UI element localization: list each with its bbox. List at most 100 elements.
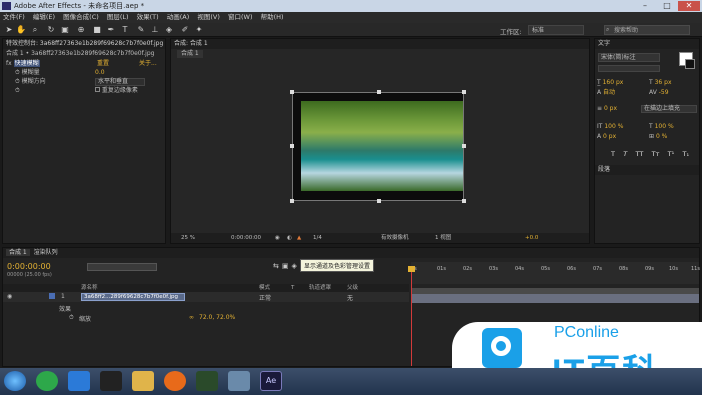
tracking-value[interactable]: -59 (659, 89, 669, 96)
label-color-swatch[interactable] (49, 293, 55, 299)
all-caps-button[interactable]: TT (636, 150, 644, 158)
col-trackmatte[interactable]: 轨道遮罩 (309, 284, 331, 292)
faux-italic-button[interactable]: T (623, 150, 627, 158)
transform-handle[interactable] (290, 144, 294, 148)
faux-bold-button[interactable]: T (611, 150, 615, 158)
time-ruler[interactable]: 0s 01s 02s 03s 04s 05s 06s 07s 08s 09s 1… (411, 262, 700, 284)
rectangle-tool-icon[interactable]: ■ (92, 25, 102, 35)
timeline-search-input[interactable] (87, 263, 157, 271)
effect-reset-link[interactable]: 重置 (97, 60, 109, 68)
maximize-button[interactable]: □ (656, 1, 678, 11)
font-family-select[interactable]: 宋体(简)标注 (598, 53, 660, 62)
stopwatch-icon[interactable]: ⏱ (69, 314, 74, 322)
show-channel-icon[interactable]: ◐ (287, 233, 292, 243)
selection-tool-icon[interactable]: ➤ (4, 25, 14, 35)
effect-name[interactable]: 快速模糊 (13, 60, 40, 67)
playhead-line[interactable] (411, 266, 412, 366)
transform-handle[interactable] (377, 199, 381, 203)
stroke-color-swatch[interactable] (685, 59, 695, 69)
menu-help[interactable]: 帮助(H) (261, 13, 284, 21)
views-select[interactable]: 1 视图 (435, 233, 451, 243)
pen-tool-icon[interactable]: ✒ (106, 25, 116, 35)
comp-subtab[interactable]: 合成 1 (177, 50, 203, 58)
exposure-value[interactable]: +0.0 (525, 233, 538, 243)
menu-file[interactable]: 文件(F) (3, 13, 25, 21)
transform-handle[interactable] (290, 199, 294, 203)
snapshot-icon[interactable]: ◉ (275, 233, 280, 243)
transform-handle[interactable] (290, 90, 294, 94)
timeline-timecode[interactable]: 0:00:00:00 (7, 262, 51, 271)
forest-lake-image[interactable] (301, 101, 463, 191)
font-size-value[interactable]: 36 px (655, 79, 672, 86)
leading-value[interactable]: 自动 (603, 89, 615, 96)
vscale-value[interactable]: 100 % (604, 123, 623, 130)
layer-row[interactable]: ◉ 1 3a68ff2...289f69628c7b7f0e0f.jpg 正常 … (3, 292, 409, 302)
link-icon[interactable]: ∞ (189, 314, 194, 321)
folder-icon[interactable] (132, 371, 154, 391)
layer-duration-bar[interactable] (411, 294, 699, 303)
resolution-select[interactable]: 1/4 (313, 233, 322, 243)
superscript-button[interactable]: T¹ (668, 150, 675, 158)
effects-group-label[interactable]: 效果 (59, 304, 71, 313)
menu-effect[interactable]: 效果(T) (137, 13, 159, 21)
transform-handle[interactable] (462, 90, 466, 94)
start-button-icon[interactable] (4, 371, 26, 391)
checkbox-icon[interactable] (95, 87, 100, 92)
hscale-value[interactable]: 100 % (655, 123, 674, 130)
rotate-tool-icon[interactable]: ↻ (46, 25, 56, 35)
subscript-button[interactable]: T₁ (682, 150, 689, 158)
brush-tool-icon[interactable]: ✎ (136, 25, 146, 35)
hand-tool-icon[interactable]: ✋ (16, 25, 26, 35)
blur-direction-select[interactable]: 水平和垂直 (95, 78, 145, 86)
menu-window[interactable]: 窗口(W) (228, 13, 253, 21)
camera-select[interactable]: 有效摄像机 (381, 233, 409, 243)
type-tool-icon[interactable]: T (120, 25, 130, 35)
qq-icon[interactable] (100, 371, 122, 391)
font-style-select[interactable] (598, 65, 660, 72)
repeat-edge-checkbox-row[interactable]: 重复边缘像素 (95, 87, 138, 95)
workspace-select[interactable]: 标准 (528, 25, 584, 35)
zoom-select[interactable]: 25 % (181, 233, 195, 243)
browser-blue-icon[interactable] (68, 371, 90, 391)
help-search-input[interactable]: 搜索帮助 (604, 25, 690, 35)
col-t[interactable]: T (291, 284, 294, 292)
timeline-tab-render-queue[interactable]: 渲染队列 (34, 249, 58, 256)
small-caps-button[interactable]: Tт (652, 150, 660, 158)
transform-handle[interactable] (462, 199, 466, 203)
camera-tool-icon[interactable]: ▣ (60, 25, 70, 35)
roto-brush-tool-icon[interactable]: ✐ (180, 25, 190, 35)
menu-animation[interactable]: 动画(A) (167, 13, 190, 21)
tsume-value[interactable]: 0 % (656, 133, 667, 140)
zoom-tool-icon[interactable]: ⌕ (30, 25, 40, 35)
stroke-width-value[interactable]: 0 px (604, 105, 617, 112)
fx-icon[interactable]: fx (6, 60, 12, 67)
timeline-tab-comp1[interactable]: 合成 1 (6, 249, 30, 256)
paragraph-tab[interactable]: 段落 (595, 165, 699, 175)
visibility-eye-icon[interactable]: ◉ (7, 293, 12, 300)
effect-controls-tab[interactable]: 特效控制台: 3a68ff27363e1b289f69628c7b7f0e0f.… (3, 39, 165, 49)
comp-timecode[interactable]: 0:00:00:00 (231, 233, 261, 243)
layer-name[interactable]: 3a68ff2...289f69628c7b7f0e0f.jpg (81, 293, 185, 301)
eraser-tool-icon[interactable]: ◈ (164, 25, 174, 35)
window-icon[interactable] (228, 371, 250, 391)
character-tab[interactable]: 文字 (595, 39, 699, 49)
menu-layer[interactable]: 图层(L) (107, 13, 129, 21)
firefox-icon[interactable] (164, 371, 186, 391)
scale-value[interactable]: 72.0, 72.0% (199, 314, 235, 321)
puppet-tool-icon[interactable]: ✦ (194, 25, 204, 35)
close-button[interactable]: ✕ (678, 1, 700, 11)
minimize-button[interactable]: – (634, 1, 656, 11)
col-mode[interactable]: 模式 (259, 284, 270, 292)
menu-composition[interactable]: 图像合成(C) (63, 13, 99, 21)
col-parent[interactable]: 父级 (347, 284, 358, 292)
effect-about-link[interactable]: 关于... (139, 60, 157, 68)
col-source-name[interactable]: 源名称 (81, 284, 98, 292)
after-effects-taskbar-icon[interactable]: Ae (260, 371, 282, 391)
menu-edit[interactable]: 编辑(E) (33, 13, 55, 21)
color-management-icon[interactable]: ▲ (297, 233, 301, 243)
menu-view[interactable]: 视图(V) (197, 13, 220, 21)
transform-handle[interactable] (462, 144, 466, 148)
transform-handle[interactable] (377, 90, 381, 94)
stroke-mode-select[interactable]: 在描边上填充 (641, 105, 697, 113)
baseline-value[interactable]: 0 px (603, 133, 616, 140)
